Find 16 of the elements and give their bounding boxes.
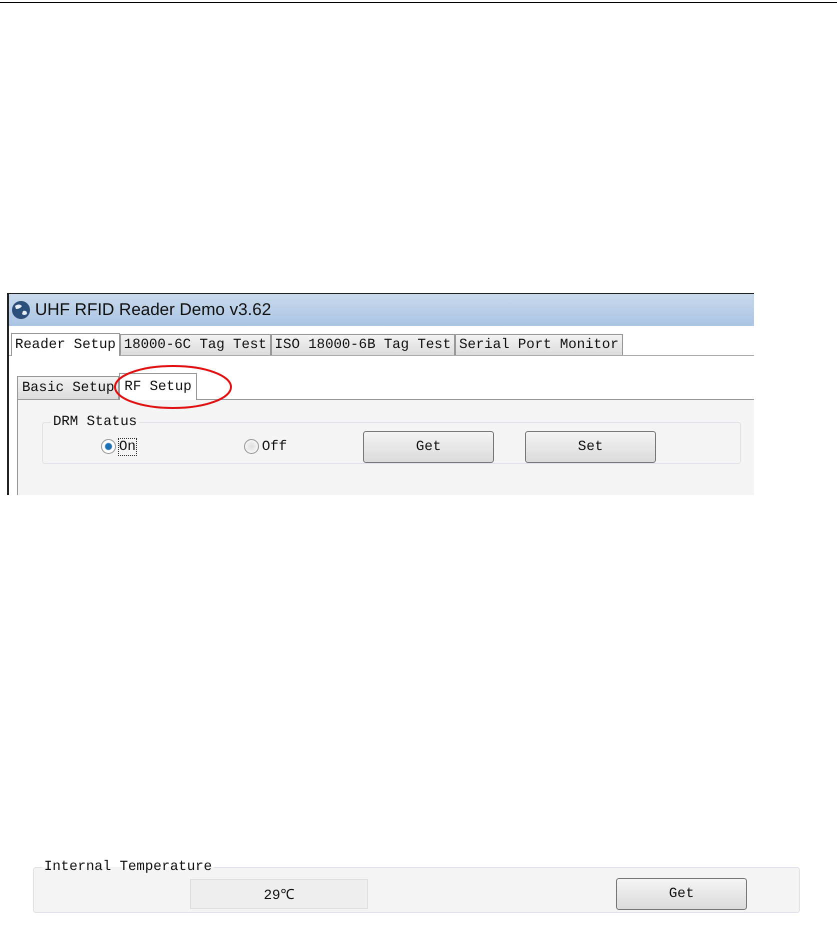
group-label: Internal Temperature [43,859,214,875]
radio-option[interactable]: Off [244,438,288,454]
group-label: DRM Status [52,414,138,430]
tab[interactable]: Serial Port Monitor [455,334,623,355]
temperature-readout: 29℃ [190,878,368,908]
button[interactable]: Get [616,878,747,910]
button[interactable]: Set [525,430,656,462]
radio-option[interactable]: On [101,438,136,454]
tab[interactable]: 18000-6C Tag Test [120,334,271,355]
globe-icon [11,300,31,320]
tab[interactable]: Reader Setup [11,333,120,356]
window-title: UHF RFID Reader Demo v3.62 [35,300,272,320]
tab[interactable]: Basic Setup [17,376,120,399]
tab[interactable]: ISO 18000-6B Tag Test [270,334,456,355]
tab[interactable]: RF Setup [119,373,197,400]
button[interactable]: Get [363,430,494,462]
